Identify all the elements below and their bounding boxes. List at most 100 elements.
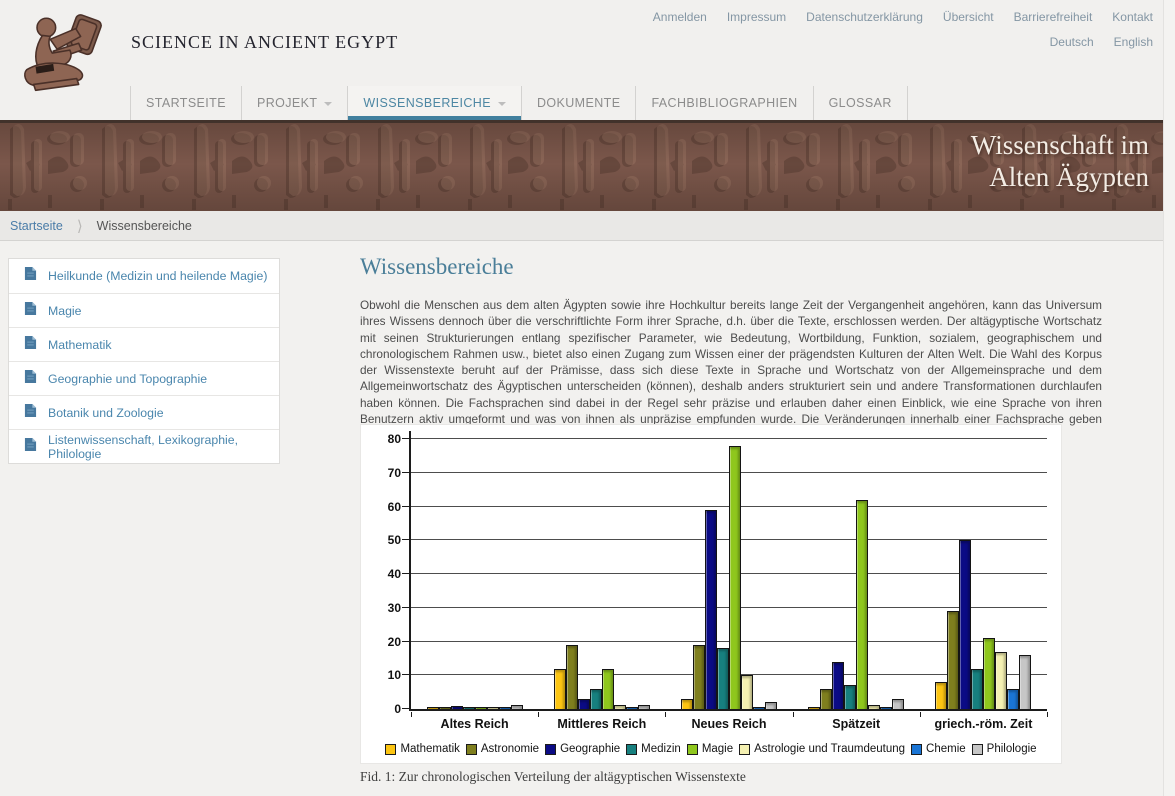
document-icon xyxy=(24,301,37,321)
nav-item-label: DOKUMENTE xyxy=(537,96,620,110)
legend-item: Magie xyxy=(687,743,733,755)
legend-item: Chemie xyxy=(911,743,966,755)
chart-bar-groups xyxy=(411,439,1047,709)
bar-astrologie-und-traumdeutung xyxy=(614,705,626,709)
sidebar-item-2[interactable]: Mathematik xyxy=(9,327,279,361)
sidebar-item-3[interactable]: Geographie und Topographie xyxy=(9,361,279,395)
main-nav: STARTSEITE PROJEKTWISSENSBEREICHE DOKUMENT… xyxy=(130,86,908,120)
legend-swatch xyxy=(687,744,698,755)
bar-magie xyxy=(983,638,995,709)
bar-medizin xyxy=(717,648,729,709)
legend-swatch xyxy=(739,744,750,755)
legend-label: Medizin xyxy=(641,743,681,755)
bar-geographie xyxy=(959,540,971,709)
chevron-down-icon xyxy=(498,102,506,106)
x-axis-category-label: Neues Reich xyxy=(665,717,792,731)
bar-mathematik xyxy=(808,707,820,709)
bar-group-2 xyxy=(665,439,792,709)
utility-link-0[interactable]: Anmelden xyxy=(653,10,707,24)
y-axis-tick-label: 40 xyxy=(365,567,401,581)
site-title: SCIENCE IN ANCIENT EGYPT xyxy=(131,32,398,53)
y-axis-tick-label: 70 xyxy=(365,466,401,480)
bar-astronomie xyxy=(947,611,959,709)
bar-medizin xyxy=(844,685,856,709)
legend-label: Chemie xyxy=(926,743,966,755)
bar-medizin xyxy=(971,669,983,710)
legend-swatch xyxy=(972,744,983,755)
bar-philologie xyxy=(1019,655,1031,709)
bar-chart: 01020304050607080 Altes ReichMittleres R… xyxy=(360,424,1062,764)
bar-group-1 xyxy=(538,439,665,709)
bar-astrologie-und-traumdeutung xyxy=(487,707,499,709)
bar-chemie xyxy=(880,707,892,709)
sidebar-item-5[interactable]: Listenwissenschaft, Lexikographie, Philo… xyxy=(9,429,279,463)
y-axis-tick xyxy=(402,708,409,709)
y-axis-tick-label: 30 xyxy=(365,601,401,615)
sidebar-item-1[interactable]: Magie xyxy=(9,293,279,327)
bar-magie xyxy=(475,707,487,709)
x-axis-category-label: Altes Reich xyxy=(411,717,538,731)
x-axis-category-label: griech.-röm. Zeit xyxy=(920,717,1047,731)
breadcrumb-home-link[interactable]: Startseite xyxy=(10,219,63,233)
document-icon xyxy=(24,437,37,457)
x-axis-line xyxy=(409,709,1047,711)
legend-swatch xyxy=(466,744,477,755)
bar-astronomie xyxy=(439,707,451,709)
bar-geographie xyxy=(832,662,844,709)
legend-swatch xyxy=(626,744,637,755)
nav-item-glossar[interactable]: GLOSSAR xyxy=(813,86,908,120)
breadcrumb-separator-icon: ⟩ xyxy=(77,217,83,235)
sidebar-item-label: Geographie und Topographie xyxy=(48,372,207,386)
site-logo[interactable] xyxy=(14,6,112,106)
figure-caption: Fid. 1: Zur chronologischen Verteilung d… xyxy=(360,769,746,785)
document-icon xyxy=(24,369,37,389)
y-axis-tick-label: 0 xyxy=(365,702,401,716)
breadcrumb: Startseite ⟩ Wissensbereiche xyxy=(0,211,1163,241)
bar-medizin xyxy=(590,689,602,709)
bar-philologie xyxy=(765,702,777,709)
language-link-0[interactable]: Deutsch xyxy=(1050,35,1094,49)
banner-title-line2: Alten Ägypten xyxy=(971,161,1149,193)
sidebar-item-0[interactable]: Heilkunde (Medizin und heilende Magie) xyxy=(9,259,279,293)
nav-item-label: GLOSSAR xyxy=(829,96,892,110)
legend-item: Philologie xyxy=(972,743,1037,755)
utility-nav: Anmelden Impressum Datenschutzerklärung Übe… xyxy=(653,10,1153,24)
utility-link-5[interactable]: Kontakt xyxy=(1112,10,1153,24)
y-axis-tick xyxy=(402,641,409,642)
utility-link-3[interactable]: Übersicht xyxy=(943,10,994,24)
bar-geographie xyxy=(451,706,463,709)
nav-item-fachbibliographien[interactable]: FACHBIBLIOGRAPHIEN xyxy=(635,86,812,120)
y-axis-tick-label: 60 xyxy=(365,500,401,514)
document-icon xyxy=(24,335,37,355)
banner-title: Wissenschaft im Alten Ägypten xyxy=(971,129,1149,193)
utility-link-4[interactable]: Barrierefreiheit xyxy=(1014,10,1093,24)
nav-item-projekt[interactable]: PROJEKT xyxy=(241,86,347,120)
chevron-down-icon xyxy=(324,102,332,106)
utility-link-1[interactable]: Impressum xyxy=(727,10,786,24)
page-header: Anmelden Impressum Datenschutzerklärung Übe… xyxy=(0,0,1175,120)
nav-item-startseite[interactable]: STARTSEITE xyxy=(130,86,241,120)
nav-item-wissensbereiche[interactable]: WISSENSBEREICHE xyxy=(347,86,521,120)
language-link-1[interactable]: English xyxy=(1114,35,1153,49)
breadcrumb-current: Wissensbereiche xyxy=(97,219,192,233)
bar-group-0 xyxy=(411,439,538,709)
y-axis-tick-label: 20 xyxy=(365,635,401,649)
bar-mathematik xyxy=(554,669,566,710)
sidebar-item-4[interactable]: Botanik und Zoologie xyxy=(9,395,279,429)
sidebar-item-label: Magie xyxy=(48,304,82,318)
legend-label: Mathematik xyxy=(400,743,459,755)
chart-plot: 01020304050607080 xyxy=(411,439,1047,709)
bar-mathematik xyxy=(427,707,439,709)
sidebar-item-label: Heilkunde (Medizin und heilende Magie) xyxy=(48,269,267,283)
language-nav: Deutsch English xyxy=(1050,35,1153,49)
bar-philologie xyxy=(511,705,523,709)
nav-item-label: STARTSEITE xyxy=(146,96,226,110)
legend-swatch xyxy=(385,744,396,755)
nav-item-dokumente[interactable]: DOKUMENTE xyxy=(521,86,635,120)
banner-title-line1: Wissenschaft im xyxy=(971,129,1149,161)
legend-item: Medizin xyxy=(626,743,681,755)
scrollbar[interactable] xyxy=(1163,0,1175,796)
x-axis-category-label: Spätzeit xyxy=(793,717,920,731)
utility-link-2[interactable]: Datenschutzerklärung xyxy=(806,10,923,24)
bar-mathematik xyxy=(935,682,947,709)
